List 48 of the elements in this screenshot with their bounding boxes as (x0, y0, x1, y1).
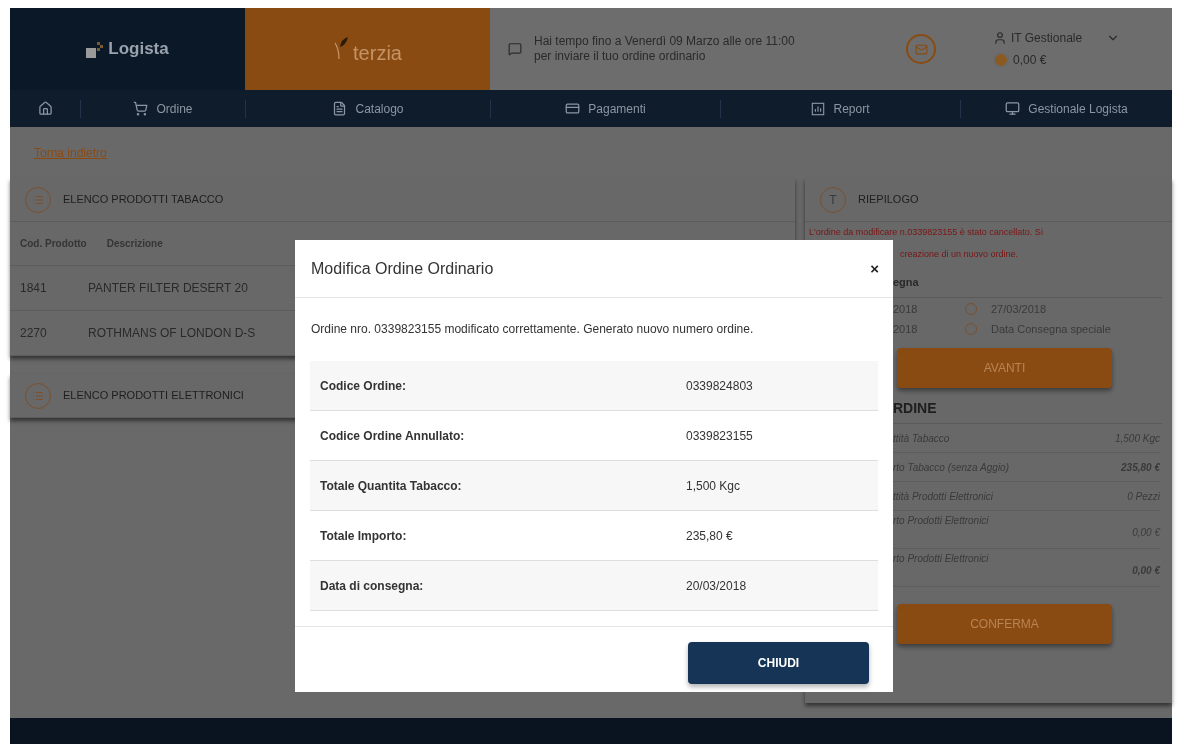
card-icon (565, 101, 581, 116)
nav-item[interactable]: Report (811, 99, 870, 118)
leaf-icon (333, 37, 350, 61)
table-cell-text: 1841 (20, 280, 48, 297)
row-value: 1,500 Kgc (686, 477, 741, 495)
nav-item[interactable]: Ordine (133, 99, 193, 118)
mail-button[interactable] (906, 34, 936, 64)
dialog-title: Modifica Ordine Ordinario (311, 258, 494, 279)
coin-icon (993, 52, 1009, 68)
document-icon (332, 101, 348, 116)
partner-logo-text: terzia (353, 41, 402, 66)
table-cell-text: PANTER FILTER DESERT 20 (88, 280, 248, 297)
nav-item[interactable]: Gestionale Logista (1005, 99, 1128, 118)
section-heading: egna (892, 276, 919, 288)
table-cell-text: ROTHMANS OF LONDON D-S (88, 325, 256, 342)
nav-item[interactable]: Catalogo (332, 99, 404, 118)
row-value: 0339824803 (686, 377, 753, 395)
nav-item[interactable]: Pagamenti (565, 99, 646, 118)
balance-text: 0,00 € (1013, 52, 1047, 69)
table-cell-text: 2270 (20, 325, 48, 342)
monitor-icon (1005, 101, 1021, 116)
mail-icon (914, 42, 928, 56)
bar-chart-icon (811, 101, 826, 116)
home-icon[interactable] (37, 101, 53, 116)
row-label: Codice Ordine Annullato: (319, 427, 466, 445)
cart-icon (133, 101, 149, 116)
notice-text: Hai tempo fino a Venerdì 09 Marzo alle ore 11:00 (534, 34, 796, 49)
dialog-message: Ordine nro. 0339823155 modificato correttamente. Generato nuovo numero ordine. (310, 321, 755, 338)
row-label: Totale Quantita Tabacco: (319, 477, 463, 495)
grid-logo-icon (86, 40, 105, 58)
alert-text: creazione di un nuovo ordine. (899, 247, 1020, 261)
row-value: 20/03/2018 (686, 577, 747, 595)
alert-text: L'ordine da modificare n.0339823155 è stato cancellato. Si (808, 226, 1044, 239)
close-dialog-button[interactable]: CHIUDI (688, 642, 869, 684)
user-icon (993, 31, 1007, 45)
notice-text: per inviare il tuo ordine ordinario (534, 49, 707, 64)
row-label: Data di consegna: (319, 577, 425, 595)
row-value: 235,80 € (686, 527, 733, 545)
row-label: Codice Ordine: (319, 377, 407, 395)
row-value: 0339823155 (686, 427, 753, 445)
chat-icon (508, 42, 522, 56)
card-title: ELENCO PRODOTTI TABACCO (63, 192, 224, 208)
card-title: RIEPILOGO (858, 192, 919, 208)
close-button[interactable]: × (870, 261, 879, 276)
section-heading: RDINE (893, 400, 937, 416)
row-label: Totale Importo: (319, 527, 408, 545)
logo-text: Logista (108, 38, 169, 61)
card-title: ELENCO PRODOTTI ELETTRONICI (63, 388, 244, 404)
